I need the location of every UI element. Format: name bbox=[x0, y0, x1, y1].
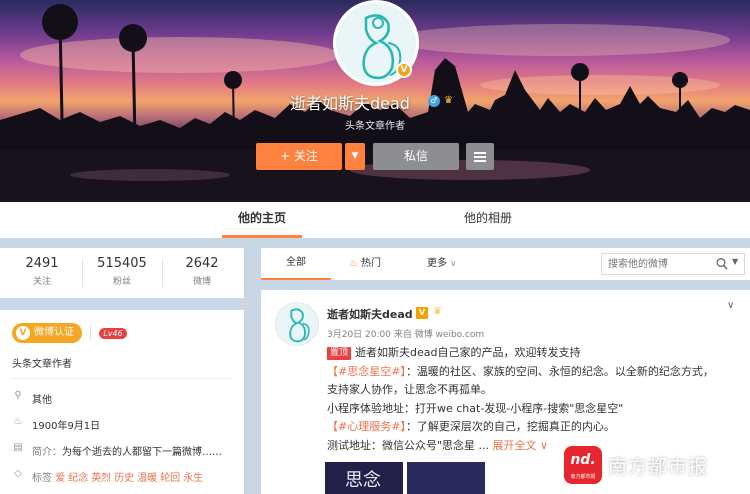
hashtag-link[interactable]: 【#思念星空#】 bbox=[327, 365, 406, 378]
follow-button[interactable]: + 关注 bbox=[256, 143, 342, 170]
filter-hot-tab[interactable]: ♨ 热门 bbox=[349, 248, 381, 280]
tag-link[interactable]: 轮回 bbox=[160, 473, 180, 484]
post-line: 逝者如斯夫dead自己家的产品，欢迎转发支持 bbox=[355, 346, 581, 359]
stat-posts[interactable]: 2642 微博 bbox=[164, 256, 240, 287]
avatar-illustration bbox=[276, 303, 318, 345]
divider bbox=[162, 258, 163, 288]
verify-v-icon: V bbox=[16, 326, 30, 340]
profile-cover: V 逝者如斯夫dead ♂ ♛ 头条文章作者 + 关注 ▼ 私信 bbox=[0, 0, 750, 202]
filter-more-dropdown[interactable]: 更多 ∨ bbox=[427, 248, 457, 280]
tab-album[interactable]: 他的相册 bbox=[448, 202, 528, 238]
post-line: ：温暖的社区、家族的空间、永恒的纪念。以全新的纪念方式， bbox=[405, 364, 714, 378]
stat-label: 微博 bbox=[192, 277, 211, 287]
search-dropdown-icon[interactable]: ▼ bbox=[732, 257, 738, 266]
search-icon[interactable] bbox=[716, 257, 728, 271]
tab-home[interactable]: 他的主页 bbox=[222, 202, 302, 238]
chevron-down-icon: ∨ bbox=[450, 259, 457, 269]
chevron-down-icon[interactable]: ∨ bbox=[537, 439, 548, 452]
follow-label: 关注 bbox=[293, 149, 318, 163]
stat-label: 关注 bbox=[32, 277, 51, 287]
profile-name: 逝者如斯夫dead bbox=[290, 94, 410, 113]
stat-following[interactable]: 2491 关注 bbox=[4, 256, 80, 287]
stat-value: 2491 bbox=[25, 256, 59, 271]
divider bbox=[82, 258, 83, 288]
tag-link[interactable]: 爱 bbox=[55, 473, 65, 484]
logo-subtext: 南方都市报 bbox=[570, 474, 596, 480]
tags-key: 标签 bbox=[32, 473, 52, 484]
tag-link[interactable]: 英烈 bbox=[91, 473, 111, 484]
verified-v-icon: V bbox=[416, 307, 428, 319]
watermark-text: 南方都市报 bbox=[608, 456, 709, 478]
tag-link[interactable]: 纪念 bbox=[68, 473, 88, 484]
stat-followers[interactable]: 515405 粉丝 bbox=[84, 256, 160, 287]
post-line: 测试地址：微信公众号"思念星 ... bbox=[327, 438, 493, 452]
flame-icon: ♨ bbox=[349, 258, 358, 269]
post-text: 置顶 逝者如斯夫dead自己家的产品，欢迎转发支持 【#思念星空#】：温暖的社区、… bbox=[327, 344, 737, 455]
vip-crown-icon: ♛ bbox=[433, 306, 442, 317]
search-input[interactable] bbox=[608, 256, 712, 272]
filter-hot-label: 热门 bbox=[360, 258, 381, 269]
birthday-cake-icon: ♨ bbox=[13, 416, 23, 427]
search-box: ▼ bbox=[601, 253, 745, 275]
more-menu-button[interactable] bbox=[466, 143, 494, 170]
divider bbox=[12, 378, 232, 379]
verified-badge-icon: V bbox=[396, 62, 412, 78]
caret-down-icon: ▼ bbox=[351, 151, 359, 161]
filter-more-label: 更多 bbox=[427, 258, 447, 269]
post-meta: 3月20日 20:00 来自 微博 weibo.com bbox=[327, 330, 485, 340]
newspaper-logo: nd. 南方都市报 bbox=[564, 446, 602, 484]
bio-key: 简介： bbox=[32, 447, 62, 458]
post-line: 小程序体验地址：打开we chat-发现-小程序-搜索"思念星空" bbox=[327, 401, 624, 415]
pinned-badge: 置顶 bbox=[327, 347, 352, 360]
male-gender-icon: ♂ bbox=[428, 95, 440, 107]
hashtag-link[interactable]: 【#心理服务#】 bbox=[327, 420, 406, 433]
stat-value: 2642 bbox=[185, 256, 219, 271]
post-options-chevron-icon[interactable]: ∨ bbox=[727, 300, 734, 311]
post-image[interactable] bbox=[407, 462, 485, 494]
verify-description: 头条文章作者 bbox=[12, 359, 72, 370]
stat-label: 粉丝 bbox=[112, 277, 131, 287]
profile-title: 头条文章作者 bbox=[345, 121, 405, 132]
divider bbox=[90, 326, 91, 340]
menu-icon bbox=[474, 152, 486, 154]
tag-link[interactable]: 历史 bbox=[114, 473, 134, 484]
profile-stats: 2491 关注 515405 粉丝 2642 微博 bbox=[0, 248, 244, 298]
vip-crown-icon: ♛ bbox=[444, 95, 453, 106]
post-author-name[interactable]: 逝者如斯夫dead bbox=[327, 306, 413, 322]
post-line: 支持家人协作，让思念不再孤单。 bbox=[327, 383, 492, 396]
level-badge[interactable]: Lv46 bbox=[99, 328, 127, 339]
post-image[interactable]: 思念 bbox=[325, 462, 403, 494]
tag-link[interactable]: 永生 bbox=[183, 473, 203, 484]
location-pin-icon: ⚲ bbox=[14, 390, 22, 401]
weibo-verify-badge[interactable]: V 微博认证 bbox=[12, 323, 82, 343]
tag-link[interactable]: 温暖 bbox=[137, 473, 157, 484]
plus-icon: + bbox=[280, 149, 294, 163]
filter-all-tab[interactable]: 全部 bbox=[261, 248, 331, 280]
bio-text: 为每个逝去的人都留下一篇微博…… bbox=[62, 447, 222, 458]
post-avatar[interactable] bbox=[275, 302, 319, 346]
follow-dropdown-button[interactable]: ▼ bbox=[345, 143, 365, 170]
post-image-text: 思念 bbox=[345, 470, 381, 491]
verify-badge-label: 微博认证 bbox=[34, 327, 74, 338]
post-line: ：了解更深层次的自己，挖掘真正的内心。 bbox=[405, 420, 615, 433]
feed-filter-bar: 全部 ♨热门 更多∨ ▼ bbox=[261, 248, 750, 280]
profile-info-card: V 微博认证 Lv46 头条文章作者 ⚲ 其他 ♨ 1900年9月1日 ▤ 简介… bbox=[0, 310, 244, 494]
birthday-text: 1900年9月1日 bbox=[32, 421, 101, 432]
location-text: 其他 bbox=[32, 395, 52, 406]
expand-full-text-link[interactable]: 展开全文 bbox=[493, 439, 537, 452]
stat-value: 515405 bbox=[97, 256, 147, 271]
tag-icon: ◇ bbox=[14, 468, 22, 479]
profile-card-icon: ▤ bbox=[13, 442, 23, 453]
profile-tabs: 他的主页 他的相册 bbox=[0, 202, 750, 238]
logo-text: nd. bbox=[570, 452, 596, 468]
message-button[interactable]: 私信 bbox=[373, 143, 459, 170]
